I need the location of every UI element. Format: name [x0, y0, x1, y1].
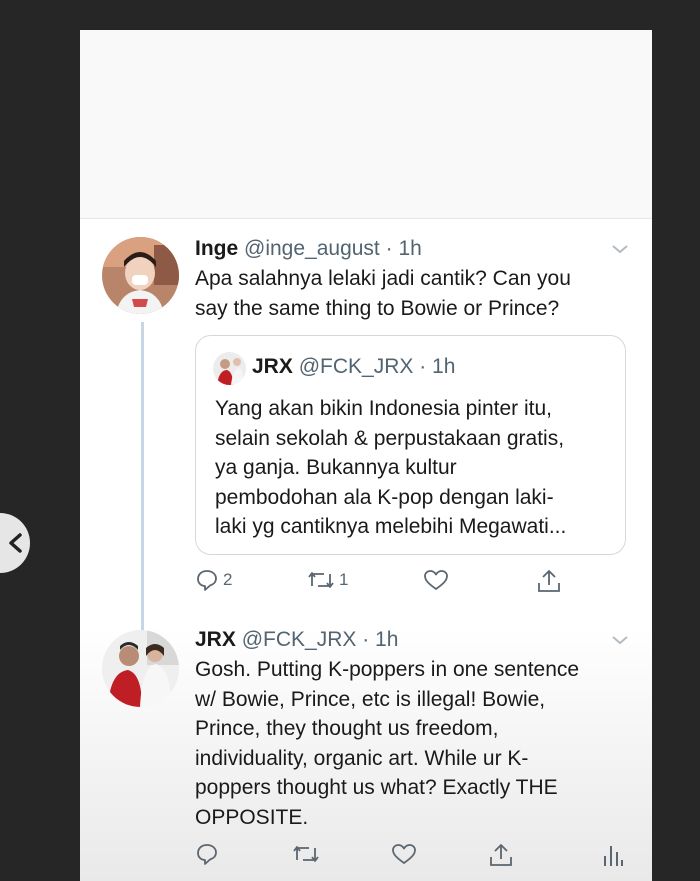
- avatar-jrx[interactable]: [102, 630, 179, 707]
- analytics-icon: [604, 846, 623, 866]
- tweet-text: Apa salahnya lelaki jadi cantik? Can you…: [195, 264, 571, 323]
- tweet-text-line: Apa salahnya lelaki jadi cantik? Can you: [195, 267, 571, 290]
- tweet-actions: 2 1: [195, 568, 625, 598]
- heart-icon: [392, 844, 416, 864]
- timestamp[interactable]: · 1h: [386, 237, 422, 260]
- reply-button[interactable]: [195, 842, 219, 866]
- heart-icon: [424, 570, 448, 590]
- reply-count: 2: [223, 570, 233, 589]
- tweet-text-line: Prince, they thought us freedom,: [195, 717, 499, 740]
- retweet-button[interactable]: [292, 842, 320, 866]
- display-name[interactable]: Inge: [195, 237, 238, 260]
- timestamp[interactable]: · 1h: [362, 628, 398, 651]
- share-icon: [490, 844, 512, 866]
- like-button[interactable]: [423, 568, 449, 592]
- retweet-count: 1: [339, 570, 349, 589]
- quote-text-line: pembodohan ala K-pop dengan laki-: [215, 485, 554, 509]
- back-button[interactable]: [0, 513, 30, 573]
- tweet-text-line: poppers thought us what? Exactly THE: [195, 776, 558, 799]
- quote-text: Yang akan bikin Indonesia pinter itu, se…: [215, 394, 566, 542]
- thread-connector-line: [141, 322, 144, 644]
- display-name: JRX: [252, 355, 293, 378]
- quote-header: JRX @FCK_JRX · 1h: [252, 355, 455, 379]
- reply-icon: [197, 844, 217, 865]
- handle[interactable]: @inge_august: [244, 237, 380, 260]
- share-button[interactable]: [488, 842, 514, 868]
- twitter-thread-screen: Inge @inge_august · 1h Apa salahnya lela…: [80, 30, 652, 881]
- handle[interactable]: @FCK_JRX: [242, 628, 357, 651]
- share-button[interactable]: [536, 568, 562, 594]
- tweet-text-line: individuality, organic art. While ur K-: [195, 746, 529, 770]
- retweet-icon: [293, 846, 319, 862]
- blank-header-area: [80, 30, 652, 218]
- quote-text-line: selain sekolah & perpustakaan gratis,: [215, 426, 565, 450]
- handle: @FCK_JRX: [298, 355, 414, 378]
- reply-button[interactable]: 2: [195, 568, 232, 592]
- tweet-actions: [195, 842, 645, 872]
- reply-icon: [197, 570, 217, 591]
- tweet-text-line: say the same thing to Bowie or Prince?: [195, 296, 560, 320]
- tweet-text-line: OPPOSITE.: [195, 805, 309, 829]
- retweet-button[interactable]: 1: [307, 568, 348, 592]
- tweet-text: Gosh. Putting K-poppers in one sentence …: [195, 655, 579, 832]
- quote-text-line: laki yg cantiknya melebihi Megawati...: [215, 515, 567, 538]
- tweet-text-line: w/ Bowie, Prince, etc is illegal! Bowie,: [195, 687, 546, 711]
- chevron-down-icon[interactable]: [610, 633, 630, 647]
- quote-text-line: Yang akan bikin Indonesia pinter itu,: [215, 397, 553, 420]
- display-name[interactable]: JRX: [195, 628, 236, 651]
- share-icon: [538, 570, 560, 592]
- avatar-jrx-small: [213, 352, 246, 385]
- avatar-inge[interactable]: [102, 237, 179, 314]
- tweet-header: JRX @FCK_JRX · 1h: [195, 628, 398, 652]
- quote-text-line: ya ganja. Bukannya kultur: [215, 456, 457, 479]
- timestamp: · 1h: [419, 355, 456, 378]
- retweet-icon: [308, 572, 334, 588]
- back-arrow-icon: [9, 533, 22, 553]
- quoted-tweet-card[interactable]: JRX @FCK_JRX · 1h Yang akan bikin Indone…: [195, 335, 626, 555]
- chevron-down-icon[interactable]: [610, 242, 630, 256]
- like-button[interactable]: [391, 842, 417, 866]
- tweet-text-line: Gosh. Putting K-poppers in one sentence: [195, 658, 580, 681]
- divider: [80, 218, 652, 219]
- tweet-header: Inge @inge_august · 1h: [195, 237, 422, 261]
- analytics-button[interactable]: [602, 842, 624, 868]
